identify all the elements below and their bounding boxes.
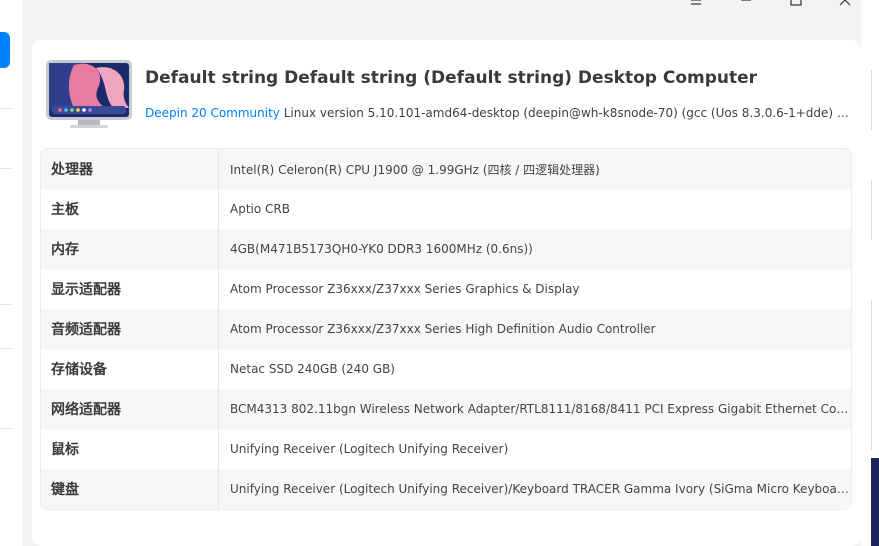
- spec-label: 内存: [41, 229, 219, 269]
- desktop-computer-icon: [46, 60, 132, 128]
- system-overview-card: Default string Default string (Default s…: [32, 40, 861, 546]
- computer-header: Default string Default string (Default s…: [42, 56, 852, 136]
- table-row: 音频适配器 Atom Processor Z36xxx/Z37xxx Serie…: [41, 309, 851, 349]
- spec-label: 键盘: [41, 469, 219, 509]
- minimize-button[interactable]: [721, 0, 771, 14]
- spec-value: Intel(R) Celeron(R) CPU J1900 @ 1.99GHz …: [230, 162, 600, 177]
- spec-value: Unifying Receiver (Logitech Unifying Rec…: [230, 482, 851, 496]
- sidebar-selected-indicator[interactable]: [0, 32, 10, 68]
- spec-value: Unifying Receiver (Logitech Unifying Rec…: [230, 442, 509, 456]
- sidebar-divider: [0, 108, 12, 109]
- spec-value: 4GB(M471B5173QH0-YK0 DDR3 1600MHz (0.6ns…: [230, 242, 533, 256]
- table-row: 内存 4GB(M471B5173QH0-YK0 DDR3 1600MHz (0.…: [41, 229, 851, 269]
- os-version-line: Deepin 20 Community Linux version 5.10.1…: [145, 106, 851, 120]
- spec-label: 音频适配器: [41, 309, 219, 349]
- sidebar-divider: [0, 304, 12, 305]
- table-row: 主板 Aptio CRB: [41, 189, 851, 229]
- computer-model-title: Default string Default string (Default s…: [145, 68, 758, 88]
- maximize-icon: [790, 0, 802, 6]
- spec-value: Atom Processor Z36xxx/Z37xxx Series Grap…: [230, 282, 580, 296]
- close-button[interactable]: [820, 0, 870, 14]
- spec-label: 主板: [41, 189, 219, 229]
- spec-label: 存储设备: [41, 349, 219, 389]
- spec-label: 网络适配器: [41, 389, 219, 429]
- spec-label: 鼠标: [41, 429, 219, 469]
- hamburger-icon: [691, 0, 701, 5]
- spec-value: Atom Processor Z36xxx/Z37xxx Series High…: [230, 322, 656, 336]
- sidebar-divider: [0, 168, 12, 169]
- menu-button[interactable]: [671, 0, 721, 14]
- maximize-button[interactable]: [771, 0, 821, 14]
- kernel-version-text: Linux version 5.10.101-amd64-desktop (de…: [283, 106, 851, 120]
- table-row: 存储设备 Netac SSD 240GB (240 GB): [41, 349, 851, 389]
- close-icon: [839, 0, 851, 6]
- spec-label: 处理器: [41, 149, 219, 189]
- hardware-spec-table: 处理器 Intel(R) Celeron(R) CPU J1900 @ 1.99…: [40, 148, 852, 510]
- table-row: 处理器 Intel(R) Celeron(R) CPU J1900 @ 1.99…: [41, 149, 851, 189]
- table-row: 键盘 Unifying Receiver (Logitech Unifying …: [41, 469, 851, 509]
- spec-value: Netac SSD 240GB (240 GB): [230, 362, 395, 376]
- sidebar-divider: [0, 348, 12, 349]
- sidebar-divider: [0, 428, 12, 429]
- minimize-icon: [741, 0, 751, 1]
- table-row: 鼠标 Unifying Receiver (Logitech Unifying …: [41, 429, 851, 469]
- background-window-edge: [861, 0, 879, 546]
- sidebar-edge: [0, 0, 22, 546]
- table-row: 网络适配器 BCM4313 802.11bgn Wireless Network…: [41, 389, 851, 429]
- spec-label: 显示适配器: [41, 269, 219, 309]
- spec-value: BCM4313 802.11bgn Wireless Network Adapt…: [230, 402, 851, 416]
- title-bar: [0, 0, 879, 14]
- table-row: 显示适配器 Atom Processor Z36xxx/Z37xxx Serie…: [41, 269, 851, 309]
- os-edition-link[interactable]: Deepin 20 Community: [145, 106, 280, 120]
- spec-value: Aptio CRB: [230, 202, 290, 216]
